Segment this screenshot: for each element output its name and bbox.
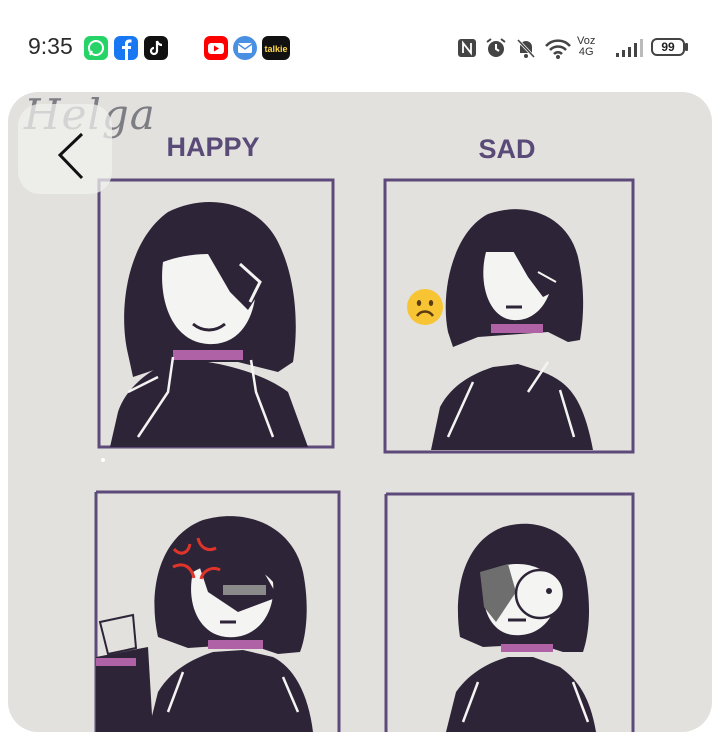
panel-label-happy: HAPPY — [166, 132, 259, 162]
artwork-canvas: HAPPY SAD — [94, 132, 635, 732]
facebook-icon — [114, 36, 138, 60]
battery-icon: 99 — [651, 38, 685, 56]
network-type: Voz 4G — [577, 36, 595, 58]
character-shocked — [446, 523, 596, 732]
character-happy — [110, 202, 308, 447]
network-label-bottom: 4G — [578, 46, 594, 58]
alarm-icon — [484, 36, 508, 60]
character-sad — [431, 209, 593, 450]
signal-icon — [614, 36, 644, 60]
status-time: 9:35 — [28, 33, 73, 59]
panel-label-sad: SAD — [478, 134, 535, 164]
nfc-icon — [456, 36, 478, 60]
back-button[interactable] — [18, 104, 112, 194]
talkie-icon-label: talkie — [264, 44, 287, 54]
youtube-icon — [204, 36, 228, 60]
image-viewer: HAPPY SAD — [8, 92, 712, 732]
sad-face-emoji-icon — [406, 288, 444, 326]
mail-icon — [233, 36, 257, 60]
wifi-icon — [543, 36, 573, 60]
character-angry — [96, 516, 313, 732]
talkie-icon: talkie — [262, 36, 290, 60]
tiktok-icon — [144, 36, 168, 60]
chevron-left-icon — [57, 132, 84, 180]
mute-notifications-icon — [514, 36, 538, 60]
status-bar: 9:35 talkie Voz 4G 99 — [0, 0, 720, 92]
battery-tip — [685, 43, 688, 51]
whatsapp-icon — [84, 36, 108, 60]
